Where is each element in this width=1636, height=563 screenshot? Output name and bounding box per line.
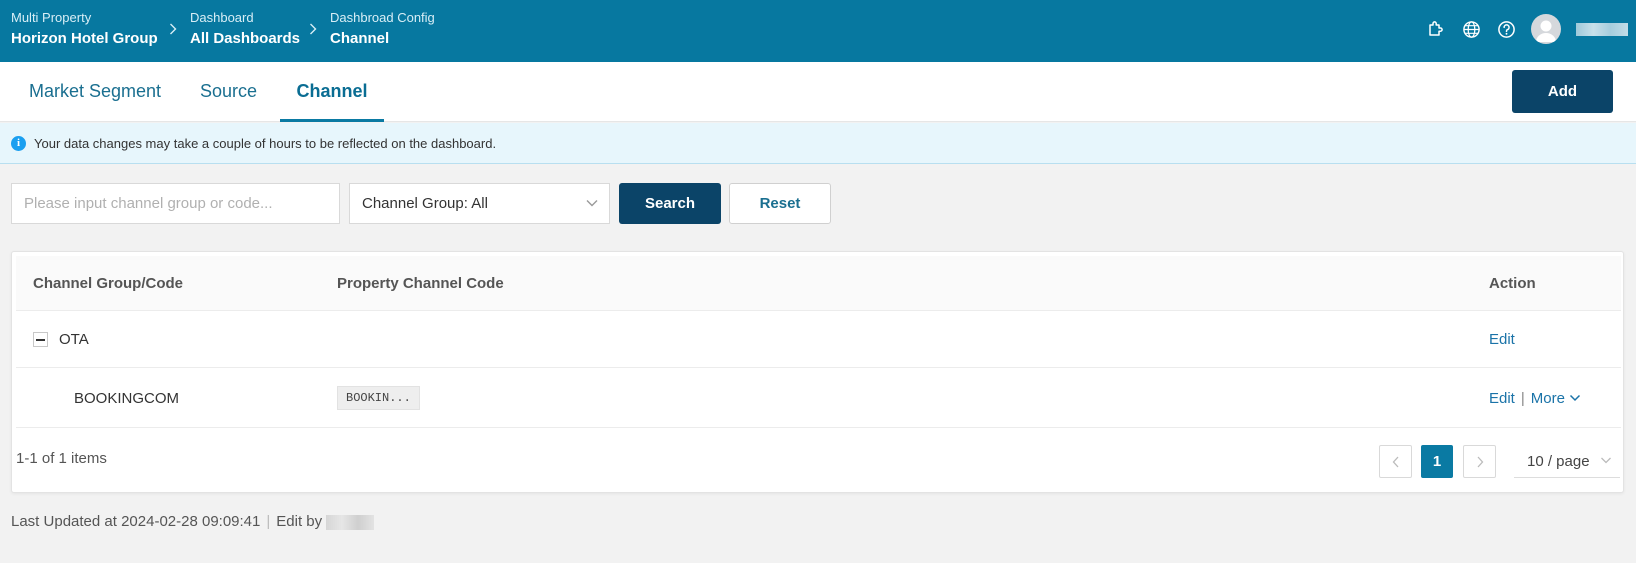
banner-text: Your data changes may take a couple of h… [34,136,497,151]
pagination-info: 1-1 of 1 items [16,450,107,467]
info-banner: i Your data changes may take a couple of… [0,123,1636,164]
add-button[interactable]: Add [1512,70,1613,113]
search-input[interactable] [11,183,340,224]
next-page-button[interactable] [1463,445,1496,478]
breadcrumb-current: Dashbroad Config Channel [330,10,435,47]
channel-group-select[interactable]: Channel Group: All [349,183,610,224]
tab-market-segment[interactable]: Market Segment [29,62,161,122]
tab-source[interactable]: Source [200,62,257,122]
channel-table-card: Channel Group/Code Property Channel Code… [11,251,1624,493]
more-link[interactable]: More [1531,390,1565,407]
tab-channel[interactable]: Channel [280,62,384,122]
edit-by-label: Edit by [276,513,323,530]
channel-group-select-value: Channel Group: All [362,195,488,212]
chevron-right-icon [169,22,177,38]
prev-page-button[interactable] [1379,445,1412,478]
last-updated-text: Last Updated at 2024-02-28 09:09:41 [11,513,261,530]
chevron-down-icon[interactable] [1569,390,1581,407]
breadcrumb-dashboard[interactable]: Dashboard All Dashboards [190,10,300,47]
channel-group-name: OTA [59,331,89,348]
chevron-down-icon [585,196,599,215]
column-header-property-channel-code: Property Channel Code [337,275,504,292]
table-header: Channel Group/Code Property Channel Code… [16,256,1621,311]
top-header: Multi Property Horizon Hotel Group Dashb… [0,0,1636,62]
table-row: OTA Edit [16,312,1621,368]
footer-divider: | [266,513,271,530]
breadcrumb-small-label: Dashboard [190,10,254,25]
config-tab-bar: Market Segment Source Channel Add [0,62,1636,122]
breadcrumb-title: Horizon Hotel Group [11,30,158,47]
page-1-button[interactable]: 1 [1421,445,1453,478]
edit-link[interactable]: Edit [1489,390,1515,407]
extension-icon[interactable] [1424,18,1446,40]
breadcrumb-title: All Dashboards [190,30,301,47]
collapse-icon[interactable] [33,332,48,347]
breadcrumb-multi-property[interactable]: Multi Property Horizon Hotel Group [11,10,158,47]
row-actions: Edit | More [1489,390,1581,407]
chevron-right-icon [309,22,317,38]
column-header-channel-group: Channel Group/Code [33,275,183,292]
editor-name-redacted [326,514,375,530]
info-icon: i [11,136,26,151]
reset-button[interactable]: Reset [729,183,831,224]
chevron-down-icon [1600,453,1612,470]
column-header-action: Action [1489,275,1536,292]
page-size-value: 10 / page [1527,453,1590,470]
breadcrumb-small-label: Multi Property [11,10,92,25]
username-redacted[interactable] [1576,23,1628,36]
table-row: BOOKINGCOM BOOKIN... Edit | More [16,368,1621,428]
channel-code: BOOKINGCOM [74,390,180,407]
last-updated-footer: Last Updated at 2024-02-28 09:09:41 | Edit… [11,513,375,530]
property-channel-code-tag: BOOKIN... [337,386,420,410]
search-button[interactable]: Search [619,183,721,224]
avatar[interactable] [1531,14,1561,44]
page-size-select[interactable]: 10 / page [1514,445,1620,478]
globe-icon[interactable] [1460,18,1482,40]
breadcrumb-small-label: Dashbroad Config [330,10,435,25]
help-icon[interactable] [1495,18,1517,40]
edit-link[interactable]: Edit [1489,331,1515,348]
breadcrumb-title: Channel [330,30,390,47]
action-divider: | [1520,390,1525,407]
